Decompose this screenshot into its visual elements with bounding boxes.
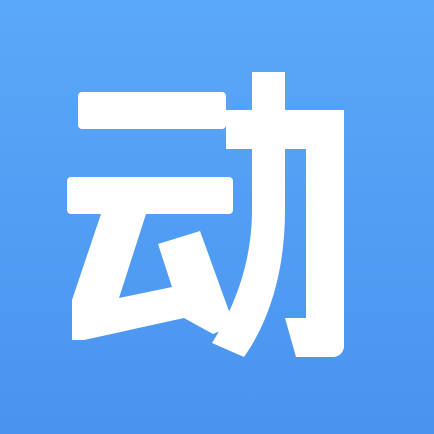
glyph-graphic: [0, 0, 434, 434]
stroke-middle-bar: [67, 177, 233, 214]
app-icon[interactable]: 动: [0, 0, 434, 434]
icon-background: [0, 0, 434, 434]
stroke-top-bar: [78, 92, 226, 129]
